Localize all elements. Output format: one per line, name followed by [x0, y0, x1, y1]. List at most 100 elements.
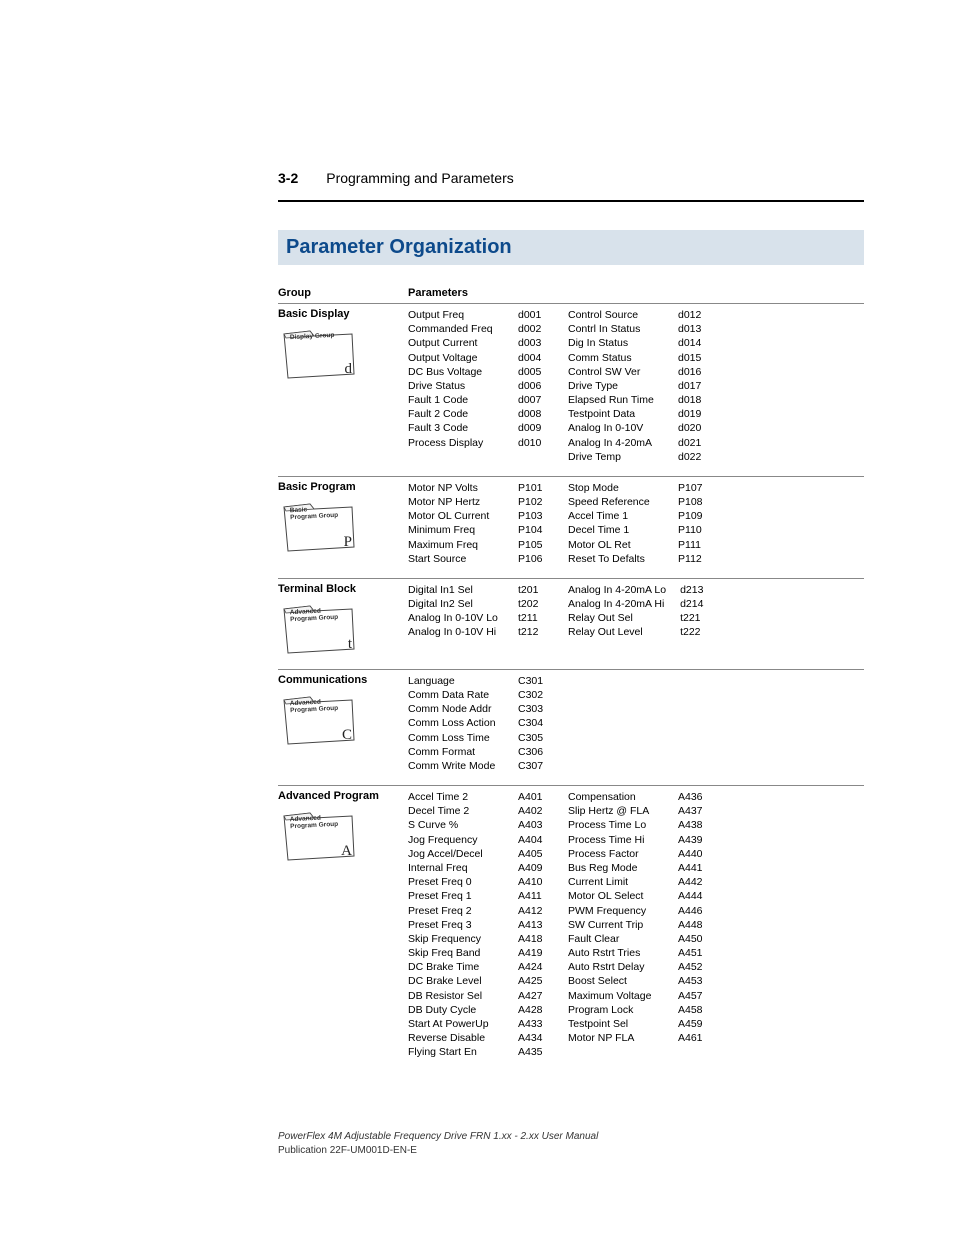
param-block-left: LanguageComm Data RateComm Node AddrComm… [408, 674, 550, 773]
param-cell: Testpoint Data [568, 407, 664, 421]
param-cell: Analog In 4-20mA Hi [568, 597, 666, 611]
folder-label: AdvancedProgram Group [290, 608, 339, 624]
param-cell: PWM Frequency [568, 904, 664, 918]
param-cell: A459 [678, 1017, 710, 1031]
param-cell: Drive Temp [568, 450, 664, 464]
param-codes: t201t202t211t212 [518, 583, 550, 657]
param-codes: d213d214t221t222 [680, 583, 712, 657]
param-codes: A401A402A403A404A405A409A410A411A412A413… [518, 790, 550, 1059]
param-cell: d012 [678, 308, 710, 322]
param-cell: Comm Node Addr [408, 702, 504, 716]
param-cell: Analog In 4-20mA [568, 436, 664, 450]
param-codes: d012d013d014d015d016d017d018d019d020d021… [678, 308, 710, 464]
params-column: Digital In1 SelDigital In2 SelAnalog In … [408, 583, 864, 657]
param-section: Basic Program BasicProgram Group P Motor… [278, 476, 864, 578]
param-section: Communications AdvancedProgram Group C L… [278, 669, 864, 785]
folder-letter: A [341, 843, 352, 860]
param-cell: Boost Select [568, 974, 664, 988]
param-cell: Flying Start En [408, 1045, 504, 1059]
param-cell: A438 [678, 818, 710, 832]
param-cell: Comm Format [408, 745, 504, 759]
param-names: Output FreqCommanded FreqOutput CurrentO… [408, 308, 504, 464]
param-cell: DB Duty Cycle [408, 1003, 504, 1017]
param-cell: Contrl In Status [568, 322, 664, 336]
param-cell: Stop Mode [568, 481, 664, 495]
param-cell: d214 [680, 597, 712, 611]
param-cell: Slip Hertz @ FLA [568, 804, 664, 818]
param-cell: Compensation [568, 790, 664, 804]
param-cell: Analog In 4-20mA Lo [568, 583, 666, 597]
param-cell: d002 [518, 322, 550, 336]
param-cell: Language [408, 674, 504, 688]
param-cell: Process Display [408, 436, 504, 450]
param-cell: A428 [518, 1003, 550, 1017]
param-cell: A457 [678, 989, 710, 1003]
param-cell: d018 [678, 393, 710, 407]
param-cell: Start At PowerUp [408, 1017, 504, 1031]
param-cell: P106 [518, 552, 550, 566]
param-cell: t222 [680, 625, 712, 639]
param-block-right: CompensationSlip Hertz @ FLAProcess Time… [568, 790, 710, 1059]
param-cell: DC Brake Level [408, 974, 504, 988]
param-cell: Preset Freq 0 [408, 875, 504, 889]
param-names: Stop ModeSpeed ReferenceAccel Time 1Dece… [568, 481, 664, 566]
folder-label: AdvancedProgram Group [290, 699, 339, 715]
param-cell: P107 [678, 481, 710, 495]
param-cell: Internal Freq [408, 861, 504, 875]
group-column: Terminal Block AdvancedProgram Group t [278, 583, 408, 657]
folder-letter: d [345, 361, 353, 378]
param-cell: Relay Out Level [568, 625, 666, 639]
param-cell: A424 [518, 960, 550, 974]
param-cell: Output Voltage [408, 351, 504, 365]
param-cell: A435 [518, 1045, 550, 1059]
param-cell: Relay Out Sel [568, 611, 666, 625]
section-title: Parameter Organization [286, 236, 856, 259]
param-cell: d007 [518, 393, 550, 407]
param-cell: A452 [678, 960, 710, 974]
param-cell: Analog In 0-10V Hi [408, 625, 504, 639]
param-cell: Comm Status [568, 351, 664, 365]
param-cell: A413 [518, 918, 550, 932]
param-cell: A411 [518, 889, 550, 903]
param-cell: Drive Type [568, 379, 664, 393]
param-block-left: Output FreqCommanded FreqOutput CurrentO… [408, 308, 550, 464]
param-cell: A444 [678, 889, 710, 903]
param-block-right: Stop ModeSpeed ReferenceAccel Time 1Dece… [568, 481, 710, 566]
param-cell: Preset Freq 3 [408, 918, 504, 932]
param-cell: Start Source [408, 552, 504, 566]
param-section: Terminal Block AdvancedProgram Group t D… [278, 578, 864, 669]
param-cell: Motor NP Hertz [408, 495, 504, 509]
param-cell: Process Time Lo [568, 818, 664, 832]
param-cell: Testpoint Sel [568, 1017, 664, 1031]
group-title: Basic Display [278, 308, 408, 320]
param-cell: A437 [678, 804, 710, 818]
footer-line2: Publication 22F-UM001D-EN-E [278, 1144, 598, 1158]
param-cell: A418 [518, 932, 550, 946]
param-cell: Output Current [408, 336, 504, 350]
param-cell: P104 [518, 523, 550, 537]
param-cell: Preset Freq 2 [408, 904, 504, 918]
param-cell: Auto Rstrt Tries [568, 946, 664, 960]
param-section: Advanced Program AdvancedProgram Group A… [278, 785, 864, 1071]
group-column: Basic Program BasicProgram Group P [278, 481, 408, 566]
legend-group: Group [278, 287, 408, 299]
param-cell: d019 [678, 407, 710, 421]
param-cell: d015 [678, 351, 710, 365]
param-cell: Digital In1 Sel [408, 583, 504, 597]
param-cell: Motor OL Current [408, 509, 504, 523]
param-cell: A404 [518, 833, 550, 847]
param-cell: A433 [518, 1017, 550, 1031]
folder-label: AdvancedProgram Group [290, 815, 339, 831]
param-cell: d013 [678, 322, 710, 336]
param-cell: SW Current Trip [568, 918, 664, 932]
group-title: Terminal Block [278, 583, 408, 595]
param-cell: Process Factor [568, 847, 664, 861]
param-cell: DB Resistor Sel [408, 989, 504, 1003]
param-cell: Motor NP Volts [408, 481, 504, 495]
param-cell: d010 [518, 436, 550, 450]
param-names: Motor NP VoltsMotor NP HertzMotor OL Cur… [408, 481, 504, 566]
param-cell: Fault 1 Code [408, 393, 504, 407]
param-cell: C305 [518, 731, 550, 745]
param-cell: A453 [678, 974, 710, 988]
param-cell: Control Source [568, 308, 664, 322]
